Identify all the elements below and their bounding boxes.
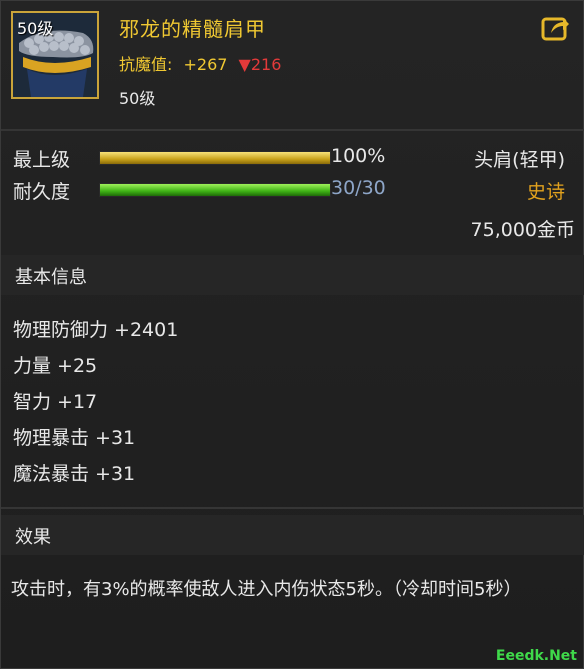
magic-resist-change: ▼216 [238,55,282,74]
durability-row: 耐久度 30/30 史诗 [13,177,573,203]
item-level: 50级 [119,89,156,108]
item-name: 邪龙的精髓肩甲 [119,17,266,41]
watermark: Eeedk.Net [495,648,577,664]
divider [1,129,584,131]
share-button[interactable] [541,13,571,43]
effect-header: 效果 [1,515,584,555]
item-tooltip-panel: 50级 邪龙的精髓肩甲 抗魔值: +267 ▼216 50级 最上级 100% … [0,0,584,669]
attr-line: 物理暴击 +31 [13,427,136,449]
item-icon-level: 50级 [17,19,54,38]
upgrade-bar-fill [100,152,330,164]
rarity-label: 史诗 [526,181,565,203]
upgrade-value: 100% [331,145,386,167]
share-icon [541,17,569,41]
attr-line: 智力 +17 [13,391,98,413]
item-price: 75,000金币 [470,219,575,241]
attr-line: 魔法暴击 +31 [13,463,136,485]
attr-line: 力量 +25 [13,355,98,377]
basic-info-title: 基本信息 [15,267,87,288]
item-icon[interactable]: 50级 [11,11,99,99]
magic-resist-line: 抗魔值: +267 ▼216 [119,51,281,75]
durability-label: 耐久度 [13,181,71,203]
upgrade-row: 最上级 100% 头肩(轻甲) [13,145,573,171]
attr-line: 物理防御力 +2401 [13,319,179,341]
magic-resist-value: +267 [183,55,228,74]
magic-resist-label: 抗魔值: [119,55,173,74]
item-header: 50级 邪龙的精髓肩甲 抗魔值: +267 ▼216 50级 [1,1,584,126]
basic-info-header: 基本信息 [1,255,584,295]
equipment-slot: 头肩(轻甲) [474,149,565,171]
effect-title: 效果 [15,527,51,548]
durability-bar [99,183,331,197]
divider [1,507,584,509]
effect-description: 攻击时，有3%的概率使敌人进入内伤状态5秒。（冷却时间5秒） [11,579,522,600]
durability-value: 30/30 [331,177,386,199]
upgrade-label: 最上级 [13,149,71,171]
durability-bar-fill [100,184,330,196]
upgrade-bar [99,151,331,165]
